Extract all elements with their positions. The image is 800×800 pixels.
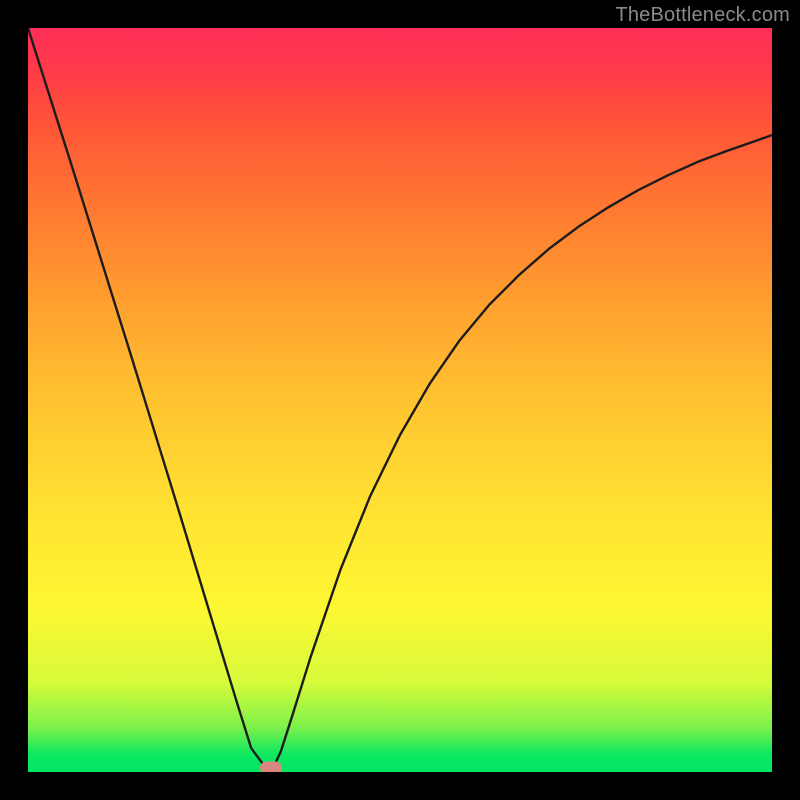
bottleneck-curve-path: [28, 28, 772, 772]
plot-area: [28, 28, 772, 772]
chart-frame: TheBottleneck.com: [0, 0, 800, 800]
curve-layer: [28, 28, 772, 772]
optimal-point-marker: [260, 762, 282, 773]
watermark-text: TheBottleneck.com: [615, 4, 790, 27]
